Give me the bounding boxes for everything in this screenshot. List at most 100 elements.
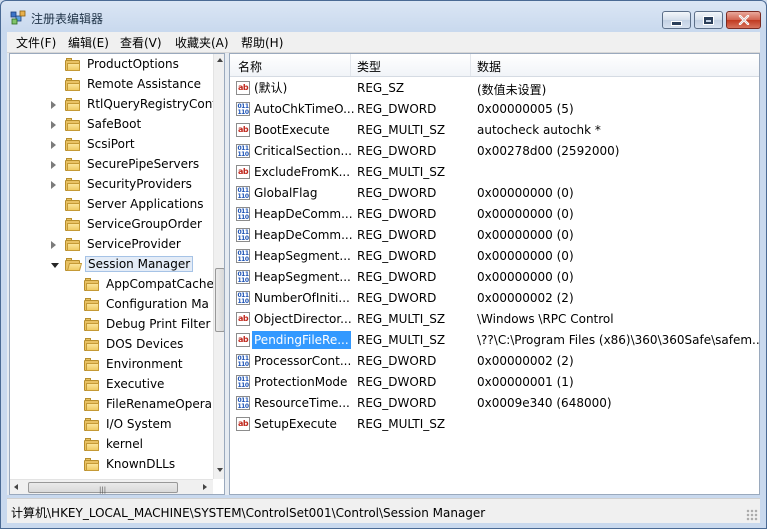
scroll-down-arrow-icon[interactable] (217, 468, 223, 472)
folder-icon (84, 418, 99, 431)
value-row[interactable]: ab BootExecute REG_MULTI_SZ autocheck autoc… (230, 120, 759, 141)
value-row[interactable]: ab ExcludeFromK... REG_MULTI_SZ (230, 162, 759, 183)
value-row[interactable]: 011 110 HeapSegment... REG_DWORD 0x00000000… (230, 246, 759, 267)
value-row[interactable]: 011 110 CriticalSection... REG_DWORD 0x0027… (230, 141, 759, 162)
value-type: REG_DWORD (357, 228, 437, 242)
menu-edit[interactable]: 编辑(E) (68, 34, 109, 51)
value-data: 0x00000000 (0) (477, 228, 574, 242)
value-name: ProtectionMode (254, 375, 348, 389)
tree-item[interactable]: RtlQueryRegistryConf (10, 95, 217, 115)
tree-item[interactable]: Executive (10, 375, 210, 395)
string-value-icon: ab (236, 81, 250, 95)
value-row[interactable]: 011 110 ProcessorCont... REG_DWORD 0x000000… (230, 351, 759, 372)
value-row[interactable]: 011 110 HeapSegment... REG_DWORD 0x00000000… (230, 267, 759, 288)
folder-icon (65, 58, 80, 71)
tree-item[interactable]: kernel (10, 435, 210, 455)
collapsed-arrow-icon[interactable] (51, 161, 56, 169)
tree-item-label: Server Applications (87, 197, 204, 211)
minimize-button[interactable] (662, 11, 691, 29)
folder-icon (84, 358, 99, 371)
window-title: 注册表编辑器 (31, 12, 104, 26)
collapsed-arrow-icon[interactable] (51, 241, 56, 249)
maximize-icon (703, 15, 714, 25)
column-separator[interactable] (350, 54, 351, 76)
tree-item[interactable]: I/O System (10, 415, 210, 435)
column-header-data[interactable]: 数据 (477, 58, 501, 75)
value-row[interactable]: ab ObjectDirector... REG_MULTI_SZ \Windows … (230, 309, 759, 330)
collapsed-arrow-icon[interactable] (51, 121, 56, 129)
tree-item[interactable]: Debug Print Filter (10, 315, 210, 335)
value-row[interactable]: 011 110 AutoChkTimeO... REG_DWORD 0x0000000… (230, 99, 759, 120)
folder-icon (84, 298, 99, 311)
value-type: REG_DWORD (357, 186, 437, 200)
tree-item[interactable]: SecurePipeServers (10, 155, 210, 175)
column-header-type[interactable]: 类型 (357, 58, 381, 75)
collapsed-arrow-icon[interactable] (51, 181, 56, 189)
value-row[interactable]: 011 110 NumberOfIniti... REG_DWORD 0x000000… (230, 288, 759, 309)
value-type: REG_DWORD (357, 270, 437, 284)
tree-item[interactable]: AppCompatCache (10, 275, 214, 295)
value-name: NumberOfIniti... (254, 291, 350, 305)
folder-icon (65, 198, 80, 211)
regedit-app-icon (10, 10, 26, 26)
folder-icon (84, 278, 99, 291)
value-name: SetupExecute (254, 417, 337, 431)
tree-item[interactable]: Server Applications (10, 195, 210, 215)
value-type: REG_DWORD (357, 396, 437, 410)
tree-vertical-scroll-thumb[interactable] (215, 268, 224, 332)
tree-item[interactable]: ProductOptions (10, 55, 210, 75)
scroll-right-arrow-icon[interactable] (203, 484, 207, 490)
menu-help[interactable]: 帮助(H) (241, 34, 283, 51)
value-name: (默认) (254, 81, 288, 95)
tree-item[interactable]: Session Manager (10, 255, 210, 275)
tree-item[interactable]: KnownDLLs (10, 455, 210, 475)
tree-item[interactable]: SafeBoot (10, 115, 210, 135)
title-bar[interactable]: 注册表编辑器 (1, 1, 766, 33)
value-row[interactable]: 011 110 GlobalFlag REG_DWORD 0x00000000 (0) (230, 183, 759, 204)
tree-horizontal-scroll-thumb[interactable]: ||| (28, 482, 178, 494)
value-row[interactable]: ab PendingFileRe... REG_MULTI_SZ \??\C:\Pro… (230, 330, 759, 351)
resize-grip-icon[interactable] (746, 509, 758, 521)
tree-item[interactable]: ServiceGroupOrder (10, 215, 210, 235)
value-type: REG_MULTI_SZ (357, 417, 446, 431)
maximize-button[interactable] (694, 11, 723, 29)
scroll-left-arrow-icon[interactable] (14, 484, 18, 490)
binary-value-icon: 011 110 (236, 396, 250, 410)
binary-value-icon: 011 110 (236, 102, 250, 116)
value-row[interactable]: 011 110 ResourceTime... REG_DWORD 0x0009e34… (230, 393, 759, 414)
value-row[interactable]: 011 110 HeapDeComm... REG_DWORD 0x00000000 … (230, 204, 759, 225)
value-data: \??\C:\Program Files (x86)\360\360Safe\s… (477, 333, 760, 347)
close-button[interactable] (726, 11, 761, 29)
tree-item[interactable]: Configuration Ma (10, 295, 210, 315)
value-name: GlobalFlag (254, 186, 318, 200)
value-name: CriticalSection... (254, 144, 352, 158)
menu-view[interactable]: 查看(V) (120, 34, 162, 51)
values-list-pane[interactable]: 名称 类型 数据 ab (默认) REG_SZ (数值未设置) 011 110 AutoC… (229, 53, 760, 495)
collapsed-arrow-icon[interactable] (51, 141, 56, 149)
tree-item[interactable]: Environment (10, 355, 210, 375)
value-name: AutoChkTimeO... (254, 102, 355, 116)
value-row[interactable]: ab (默认) REG_SZ (数值未设置) (230, 78, 759, 99)
expanded-arrow-icon[interactable] (51, 263, 59, 268)
tree-item[interactable]: FileRenameOpera (10, 395, 212, 415)
menu-favorites[interactable]: 收藏夹(A) (175, 34, 229, 51)
menu-file[interactable]: 文件(F) (16, 34, 56, 51)
value-row[interactable]: 011 110 ProtectionMode REG_DWORD 0x00000001… (230, 372, 759, 393)
value-row[interactable]: 011 110 HeapDeComm... REG_DWORD 0x00000000 … (230, 225, 759, 246)
tree-horizontal-scrollbar[interactable]: ||| (10, 479, 213, 494)
column-header-name[interactable]: 名称 (238, 58, 262, 75)
tree-item[interactable]: SecurityProviders (10, 175, 210, 195)
value-type: REG_MULTI_SZ (357, 123, 446, 137)
collapsed-arrow-icon[interactable] (51, 101, 56, 109)
value-data: autocheck autochk * (477, 123, 601, 137)
tree-vertical-scrollbar[interactable] (213, 54, 224, 479)
tree-item[interactable]: DOS Devices (10, 335, 210, 355)
tree-item[interactable]: Remote Assistance (10, 75, 210, 95)
tree-item[interactable]: ServiceProvider (10, 235, 210, 255)
key-tree-pane[interactable]: ProductOptions Remote Assistance RtlQueryR… (9, 53, 225, 495)
scroll-up-arrow-icon[interactable] (217, 58, 223, 62)
tree-item[interactable]: ScsiPort (10, 135, 210, 155)
value-row[interactable]: ab SetupExecute REG_MULTI_SZ (230, 414, 759, 435)
column-separator[interactable] (470, 54, 471, 76)
string-value-icon: ab (236, 123, 250, 137)
